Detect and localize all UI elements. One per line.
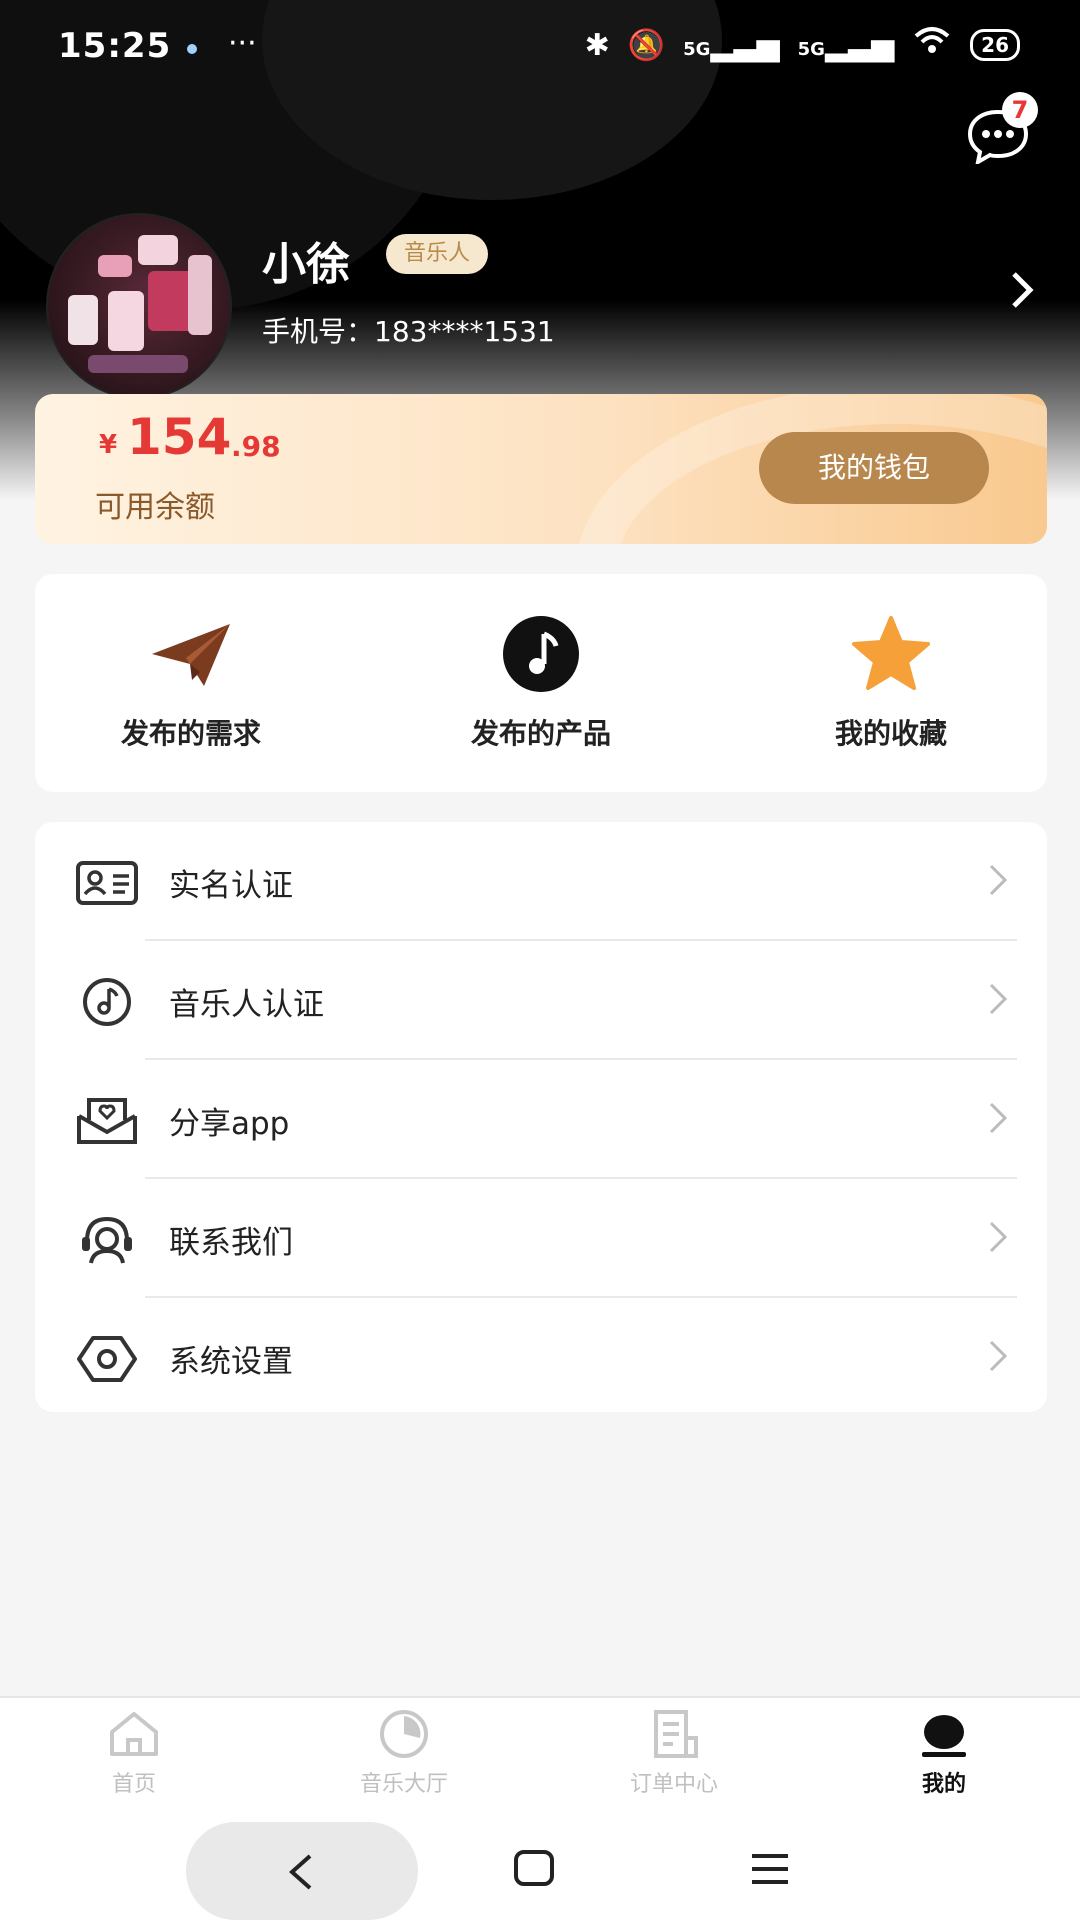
quick-actions-card: 发布的需求 发布的产品 我的收藏: [35, 574, 1047, 792]
mute-icon: 🔕: [627, 27, 666, 63]
balance-amount-integer: 154: [127, 408, 232, 466]
menu-item-label: 分享app: [169, 1106, 290, 1142]
my-wallet-button[interactable]: 我的钱包: [759, 432, 989, 504]
system-home-button[interactable]: [512, 1848, 556, 1892]
music-disc-icon: [83, 978, 131, 1026]
signal-icon: 5G▂▃▅: [797, 27, 895, 63]
tab-label: 我的: [921, 1772, 966, 1797]
menu-item-contact-us[interactable]: 联系我们: [35, 1179, 1047, 1297]
bottom-tab-bar: 首页 音乐大厅 订单中心 我的: [0, 1696, 1080, 1818]
status-time: 15:25: [58, 26, 172, 66]
phone-number: 手机号：183****1531: [262, 315, 555, 348]
profile-icon: [922, 1715, 966, 1757]
quick-action-published-products[interactable]: 发布的产品: [421, 614, 661, 764]
tab-label: 订单中心: [629, 1772, 718, 1797]
quick-action-label: 发布的产品: [470, 717, 611, 750]
menu-item-real-name-verification[interactable]: 实名认证: [35, 822, 1047, 940]
music-note-icon: [503, 616, 579, 692]
back-arrow-icon: [288, 1854, 312, 1890]
profile-detail-button[interactable]: [1010, 270, 1036, 314]
chevron-right-icon: [989, 864, 1008, 896]
system-recents-button[interactable]: [748, 1850, 792, 1892]
balance-amount-decimal: .98: [231, 430, 281, 463]
tab-my-profile[interactable]: 我的: [844, 1708, 1044, 1808]
wallet-card: ¥ 154 .98 可用余额 我的钱包: [35, 394, 1047, 544]
balance-label: 可用余额: [95, 490, 215, 525]
order-icon: [654, 1710, 698, 1758]
chevron-right-icon: [989, 1340, 1008, 1372]
currency-symbol: ¥: [99, 430, 118, 460]
bluetooth-icon: ✱: [584, 27, 610, 63]
menu-lines-icon: [752, 1854, 788, 1884]
menu-item-label: 联系我们: [169, 1225, 293, 1261]
wifi-icon: [912, 26, 952, 64]
username: 小徐: [262, 239, 350, 290]
share-envelope-icon: [77, 1098, 137, 1144]
system-navigation-bar: [0, 1816, 1080, 1920]
music-hall-icon: [380, 1710, 428, 1758]
menu-item-label: 实名认证: [169, 868, 293, 904]
star-icon: [852, 616, 930, 690]
menu-item-system-settings[interactable]: 系统设置: [35, 1298, 1047, 1416]
customer-service-icon: [82, 1216, 132, 1264]
message-count-badge: 7: [1002, 92, 1038, 128]
chevron-right-icon: [989, 1102, 1008, 1134]
quick-action-label: 我的收藏: [834, 717, 947, 750]
status-bar: 15:25 ··· ✱ 🔕 5G▂▃▅ 5G▂▃▅ 26: [0, 0, 1080, 96]
quick-action-published-requests[interactable]: 发布的需求: [71, 614, 311, 764]
settings-hexagon-icon: [77, 1336, 137, 1382]
tab-order-center[interactable]: 订单中心: [574, 1708, 774, 1808]
menu-item-musician-verification[interactable]: 音乐人认证: [35, 941, 1047, 1059]
quick-action-favorites[interactable]: 我的收藏: [771, 614, 1011, 764]
home-square-icon: [514, 1850, 554, 1886]
chevron-right-icon: [989, 983, 1008, 1015]
tab-label: 音乐大厅: [359, 1772, 448, 1797]
menu-item-share-app[interactable]: 分享app: [35, 1060, 1047, 1178]
chevron-right-icon: [989, 1221, 1008, 1253]
more-notifications-icon: ···: [228, 26, 257, 61]
menu-list: 实名认证 音乐人认证 分享app 联系我们 系统设置: [35, 822, 1047, 1412]
home-icon: [110, 1712, 158, 1756]
id-card-icon: [76, 861, 138, 905]
tab-home[interactable]: 首页: [34, 1708, 234, 1808]
avatar[interactable]: [46, 213, 232, 399]
quick-action-label: 发布的需求: [120, 717, 261, 750]
chevron-right-icon: [1012, 272, 1034, 308]
system-back-button[interactable]: [186, 1822, 418, 1920]
role-badge: 音乐人: [386, 234, 489, 274]
status-icons: ✱ 🔕 5G▂▃▅ 5G▂▃▅ 26: [585, 26, 1020, 64]
menu-item-label: 音乐人认证: [169, 987, 324, 1023]
menu-item-label: 系统设置: [169, 1344, 293, 1380]
paper-plane-icon: [152, 624, 230, 686]
tab-music-hall[interactable]: 音乐大厅: [304, 1708, 504, 1808]
battery-icon: 26: [970, 29, 1020, 61]
signal-icon: 5G▂▃▅: [683, 27, 780, 63]
tab-label: 首页: [111, 1772, 156, 1797]
notification-dot-icon: [187, 44, 197, 54]
